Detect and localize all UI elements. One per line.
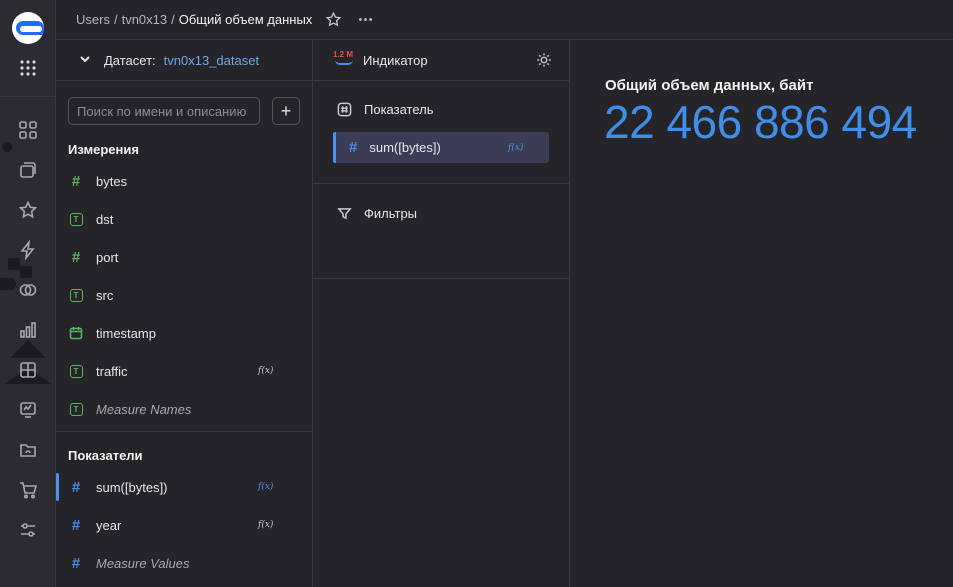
text-type-icon: T	[68, 211, 84, 227]
decor-square	[20, 266, 32, 278]
page-title: Общий объем данных	[178, 12, 313, 27]
folder-icon[interactable]	[17, 439, 39, 461]
filters-section-title: Фильтры	[313, 201, 569, 225]
indicator-title: Общий объем данных, байт	[605, 77, 814, 94]
hash-box-icon	[337, 102, 352, 117]
favorite-star-icon[interactable]	[324, 11, 342, 29]
breadcrumb-separator: /	[171, 12, 175, 27]
field-name: timestamp	[96, 325, 156, 341]
field-item[interactable]: T src	[56, 277, 312, 313]
formula-icon: f(x)	[258, 520, 274, 530]
dataset-name[interactable]: tvn0x13_dataset	[164, 53, 259, 68]
dataset-label: Датасет:	[104, 52, 156, 68]
text-type-icon: T	[68, 363, 84, 379]
breadcrumb-users[interactable]: Users	[76, 12, 110, 27]
rail-divider	[0, 96, 56, 97]
measure-item[interactable]: # sum([bytes]) f(x)	[56, 469, 312, 505]
number-type-icon: #	[71, 478, 81, 496]
filters-section[interactable]: Фильтры	[313, 201, 569, 225]
field-item[interactable]: T dst	[56, 201, 312, 237]
measure-section-title: Показатель	[313, 97, 569, 121]
field-name: traffic	[96, 363, 128, 379]
visualization-panel: 1.2 M Индикатор Показатель # sum([bytes]…	[313, 40, 570, 587]
visualization-type-label: Индикатор	[363, 52, 428, 68]
formula-icon: f(x)	[508, 142, 524, 153]
section-divider	[313, 278, 569, 279]
number-type-icon: #	[71, 172, 81, 190]
field-search-input[interactable]	[68, 97, 260, 125]
connections-icon[interactable]	[17, 279, 39, 301]
formula-icon: f(x)	[258, 482, 274, 492]
measure-item[interactable]: # year f(x)	[56, 507, 312, 543]
field-name: port	[96, 249, 119, 265]
indicator-value: 22 466 886 494	[604, 96, 917, 148]
field-name: Measure Values	[96, 555, 190, 571]
breadcrumb-separator: /	[113, 12, 118, 27]
field-name: bytes	[96, 173, 128, 189]
indicator-type-icon: 1.2 M	[333, 50, 357, 70]
apps-grid-icon[interactable]	[17, 57, 39, 79]
field-name: sum([bytes])	[96, 479, 168, 495]
field-item[interactable]: # port	[56, 239, 312, 275]
field-item[interactable]: T Measure Names	[56, 391, 312, 427]
calendar-icon	[68, 325, 84, 341]
chart-icon[interactable]	[17, 319, 39, 341]
number-type-icon: #	[71, 248, 81, 266]
dataset-selector[interactable]: Датасет: tvn0x13_dataset	[56, 40, 312, 81]
decor-triangle	[10, 340, 46, 358]
decor-shape	[0, 278, 16, 290]
field-name: src	[96, 287, 114, 303]
section-divider	[56, 431, 312, 432]
measures-title: Показатели	[68, 448, 143, 463]
gear-icon[interactable]	[535, 51, 553, 72]
breadcrumb-folder[interactable]: tvn0x13	[122, 12, 168, 27]
field-name: year	[96, 517, 122, 533]
settings-sliders-icon[interactable]	[17, 519, 39, 541]
text-type-icon: T	[68, 401, 84, 417]
dimensions-title: Измерения	[68, 142, 139, 157]
logo-icon[interactable]	[12, 12, 44, 44]
measure-chip[interactable]: # sum([bytes]) f(x)	[333, 132, 549, 163]
formula-icon: f(x)	[258, 366, 274, 376]
measure-chip-label: sum([bytes])	[369, 140, 441, 155]
lightning-icon[interactable]	[17, 239, 39, 261]
number-type-icon: #	[349, 139, 358, 156]
grid-icon[interactable]	[17, 119, 39, 141]
filter-icon	[337, 206, 352, 221]
decor-dot	[2, 142, 12, 152]
search-row: +	[68, 97, 300, 125]
header: Users / tvn0x13 / Общий объем данных	[56, 0, 953, 40]
measure-section: Показатель	[313, 97, 569, 121]
number-type-icon: #	[71, 516, 81, 534]
app: Users / tvn0x13 / Общий объем данных Дат…	[0, 0, 953, 587]
more-icon[interactable]	[356, 11, 374, 29]
chart-preview: Общий объем данных, байт 22 466 886 494	[570, 40, 953, 587]
field-name: Measure Names	[96, 401, 192, 417]
field-name: dst	[96, 211, 114, 227]
dataset-panel: Датасет: tvn0x13_dataset + Измерения # b…	[56, 40, 313, 587]
visualization-type-selector[interactable]: 1.2 M Индикатор	[313, 40, 569, 81]
field-item[interactable]: T traffic f(x)	[56, 353, 312, 389]
field-item[interactable]: timestamp	[56, 315, 312, 351]
star-icon[interactable]	[17, 199, 39, 221]
section-divider	[313, 183, 569, 184]
chevron-down-icon	[78, 52, 92, 69]
table-icon[interactable]	[17, 359, 39, 381]
nav-rail	[0, 0, 56, 587]
measure-item[interactable]: # Measure Values	[56, 545, 312, 581]
number-type-icon: #	[71, 554, 81, 572]
collections-icon[interactable]	[17, 159, 39, 181]
field-item[interactable]: # bytes	[56, 163, 312, 199]
cart-icon[interactable]	[17, 479, 39, 501]
dashboard-icon[interactable]	[17, 399, 39, 421]
text-type-icon: T	[68, 287, 84, 303]
add-field-button[interactable]: +	[272, 97, 300, 125]
